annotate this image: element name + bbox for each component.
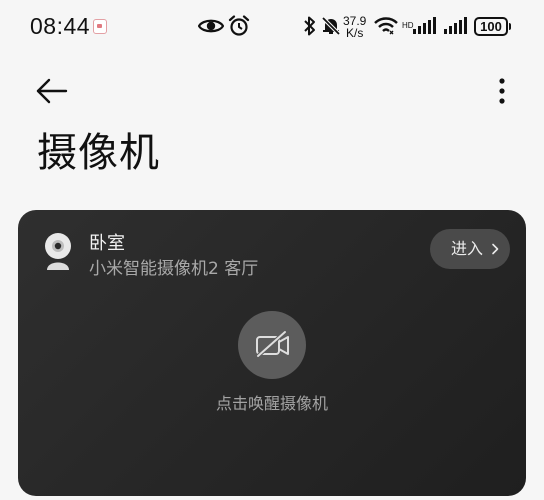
more-options-button[interactable] — [488, 74, 516, 108]
device-name: 小米智能摄像机2 客厅 — [89, 259, 259, 279]
net-speed-unit: K/s — [346, 26, 364, 40]
enter-button[interactable]: 进入 — [430, 229, 510, 269]
wifi-icon — [374, 17, 398, 35]
signal-icon: HD — [402, 17, 436, 34]
net-speed: 37.9 K/s — [343, 15, 366, 39]
page-title: 摄像机 — [37, 130, 160, 176]
camera-card[interactable]: 卧室 小米智能摄像机2 客厅 进入 点击唤醒摄像机 — [18, 210, 526, 496]
wake-camera-button[interactable] — [238, 311, 306, 379]
camera-off-icon — [256, 330, 289, 358]
signal-icon — [444, 17, 467, 34]
room-name: 卧室 — [89, 233, 125, 254]
enter-button-label: 进入 — [451, 239, 484, 258]
back-button[interactable] — [34, 74, 72, 108]
more-vertical-icon — [499, 78, 505, 104]
battery-icon: 100 — [474, 17, 511, 36]
status-bar: 08:44 37.9 K/s HD 100 — [0, 0, 544, 56]
eye-icon — [198, 19, 224, 33]
camera-avatar-icon — [45, 233, 71, 270]
svg-text:HD: HD — [402, 21, 414, 30]
back-arrow-icon — [36, 78, 68, 104]
status-time: 08:44 — [30, 13, 91, 39]
mute-icon — [321, 16, 341, 36]
wake-camera-label: 点击唤醒摄像机 — [215, 394, 328, 413]
alarm-icon — [228, 15, 250, 36]
chevron-right-icon — [492, 243, 499, 255]
notification-icon — [93, 19, 107, 34]
bluetooth-icon — [304, 16, 315, 36]
